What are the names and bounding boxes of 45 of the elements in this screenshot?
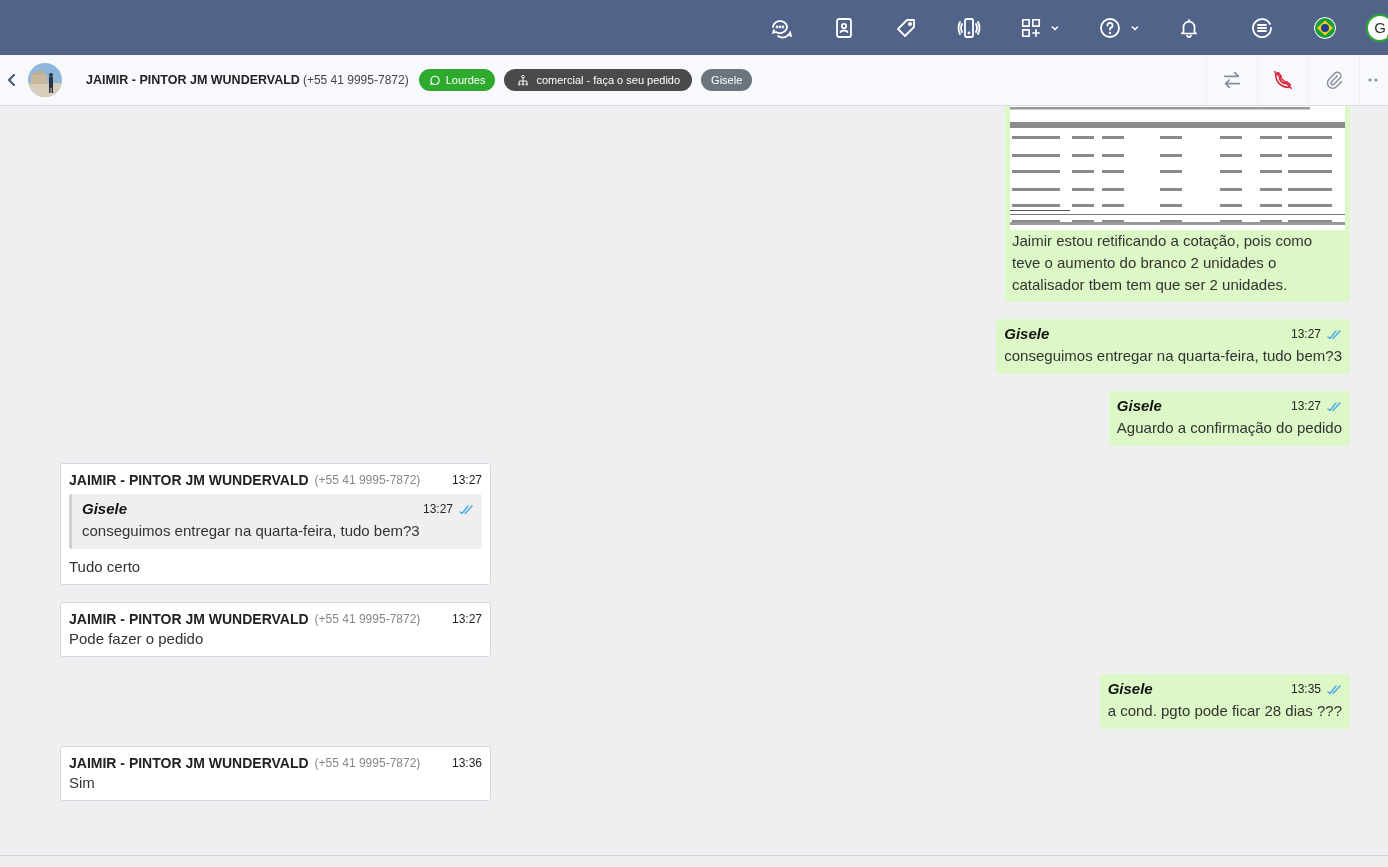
message-text: a cond. pgto pode ficar 28 dias ??? (1107, 701, 1342, 721)
sender-phone: (+55 41 9995-7872) (314, 756, 421, 770)
message-time: 13:27 (451, 473, 482, 487)
sender-phone: (+55 41 9995-7872) (314, 473, 421, 487)
bell-icon[interactable] (1178, 16, 1200, 39)
list-circle-icon[interactable] (1250, 15, 1274, 40)
vibrating-phone-icon[interactable] (956, 15, 982, 40)
sender-name: JAIMIR - PINTOR JM WUNDERVALD (69, 755, 309, 771)
quoted-message[interactable]: Gisele 13:27 conseguimos entregar na quarta-feira, tudo bem?3 (69, 494, 482, 549)
message-time: 13:36 (451, 756, 482, 770)
tag[interactable]: Gisele (701, 69, 753, 91)
help-icon[interactable] (1098, 15, 1122, 40)
message-time: 13:27 (451, 612, 482, 626)
phone-off-icon[interactable] (1272, 69, 1294, 91)
sender-name: JAIMIR - PINTOR JM WUNDERVALD (69, 611, 309, 627)
sender-name: Gisele (1116, 397, 1162, 414)
message-text: conseguimos entregar na quarta-feira, tudo bem?3 (82, 521, 421, 541)
sender-name: Gisele (1004, 325, 1050, 342)
whatsapp-icon (428, 74, 440, 86)
brazil-flag-icon[interactable] (1314, 16, 1336, 39)
sender-name: Gisele (1107, 680, 1153, 697)
message-text: Tudo certo (69, 557, 142, 577)
contact-name: JAIMIR - PINTOR JM WUNDERVALD (86, 73, 300, 87)
message-time: 13:35 (1290, 681, 1321, 696)
message-text: Aguardo a confirmação do pedido (1116, 418, 1342, 438)
contact-phone: (+55 41 9995-7872) (302, 73, 409, 87)
message-time: 13:27 (1290, 326, 1321, 341)
message-time: 13:27 (422, 501, 453, 516)
transfer-icon[interactable] (1221, 69, 1243, 91)
sender-name: Gisele (82, 500, 128, 517)
document-drawing[interactable] (1010, 106, 1345, 230)
back-icon[interactable] (6, 73, 18, 87)
more-icon[interactable] (1368, 78, 1380, 82)
user-avatar[interactable]: G (1366, 13, 1388, 42)
message-text: Jaimir estou retificando a cotação, pois como teve o aumento do branco 2 unidades o catalisador tbem tem que ser 2 unidades. (1011, 231, 1314, 295)
message-text: Pode fazer o pedido (69, 629, 205, 649)
message-text: conseguimos entregar na quarta-feira, tudo bem?3 (1004, 346, 1342, 366)
apps-add-icon[interactable] (1020, 16, 1042, 39)
hierarchy-icon (516, 73, 531, 87)
message-time: 13:27 (1290, 398, 1321, 413)
paperclip-icon[interactable] (1324, 70, 1344, 90)
tag[interactable]: comercial - faça o seu pedido (504, 69, 693, 91)
message-text: Sim (69, 773, 96, 793)
sender-phone: (+55 41 9995-7872) (314, 612, 421, 626)
sender-name: JAIMIR - PINTOR JM WUNDERVALD (69, 472, 309, 488)
